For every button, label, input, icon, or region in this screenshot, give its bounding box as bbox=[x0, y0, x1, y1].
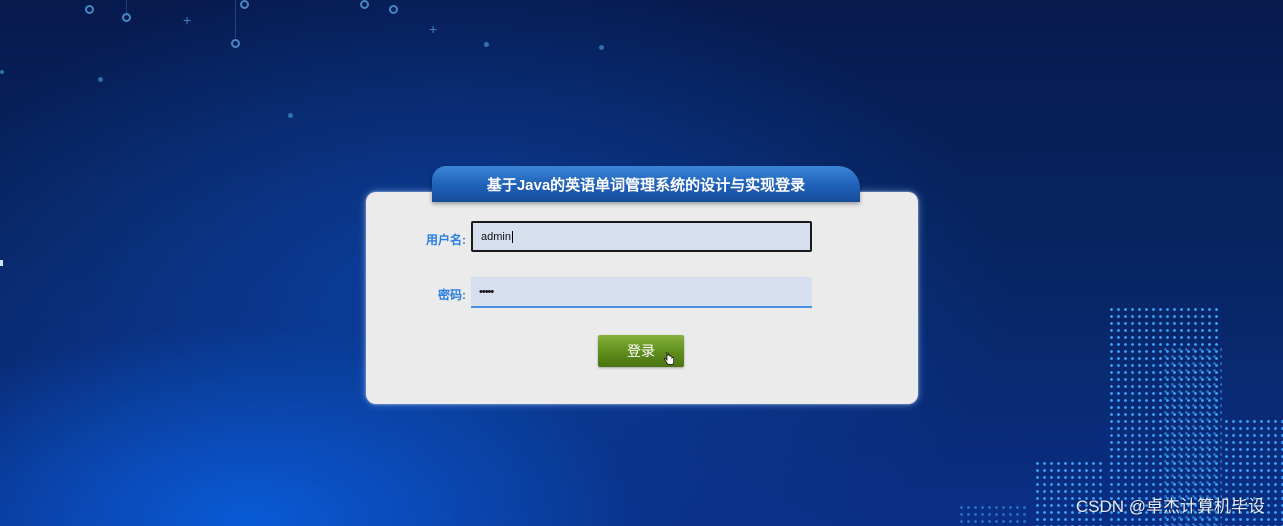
password-value: ••••• bbox=[479, 285, 494, 298]
username-label: 用户名: bbox=[426, 233, 466, 247]
gear-icon bbox=[122, 13, 131, 22]
password-input[interactable]: ••••• bbox=[471, 277, 812, 308]
text-caret bbox=[511, 230, 513, 243]
login-title: 基于Java的英语单词管理系统的设计与实现登录 bbox=[432, 166, 860, 202]
star-dot bbox=[599, 45, 604, 50]
gear-icon bbox=[231, 39, 240, 48]
gear-icon bbox=[240, 0, 249, 9]
gear-icon bbox=[389, 5, 398, 14]
gear-icon bbox=[85, 5, 94, 14]
password-label: 密码: bbox=[438, 288, 466, 302]
building bbox=[958, 504, 1028, 526]
hanging-line bbox=[235, 0, 236, 38]
login-button-label: 登录 bbox=[627, 343, 655, 359]
login-panel: 用户名: admin 密码: ••••• 登录 bbox=[366, 192, 918, 404]
username-value: admin bbox=[481, 230, 511, 243]
gear-icon bbox=[360, 0, 369, 9]
pointer-cursor-icon bbox=[664, 352, 674, 365]
star-dot bbox=[0, 70, 4, 74]
edge-marker bbox=[0, 260, 3, 266]
watermark: CSDN @卓杰计算机毕设 bbox=[1075, 497, 1265, 516]
username-input[interactable]: admin bbox=[471, 221, 812, 252]
plus-icon: + bbox=[183, 12, 192, 28]
star-dot bbox=[288, 113, 293, 118]
plus-icon: + bbox=[429, 21, 438, 37]
star-dot bbox=[484, 42, 489, 47]
star-dot bbox=[98, 77, 103, 82]
